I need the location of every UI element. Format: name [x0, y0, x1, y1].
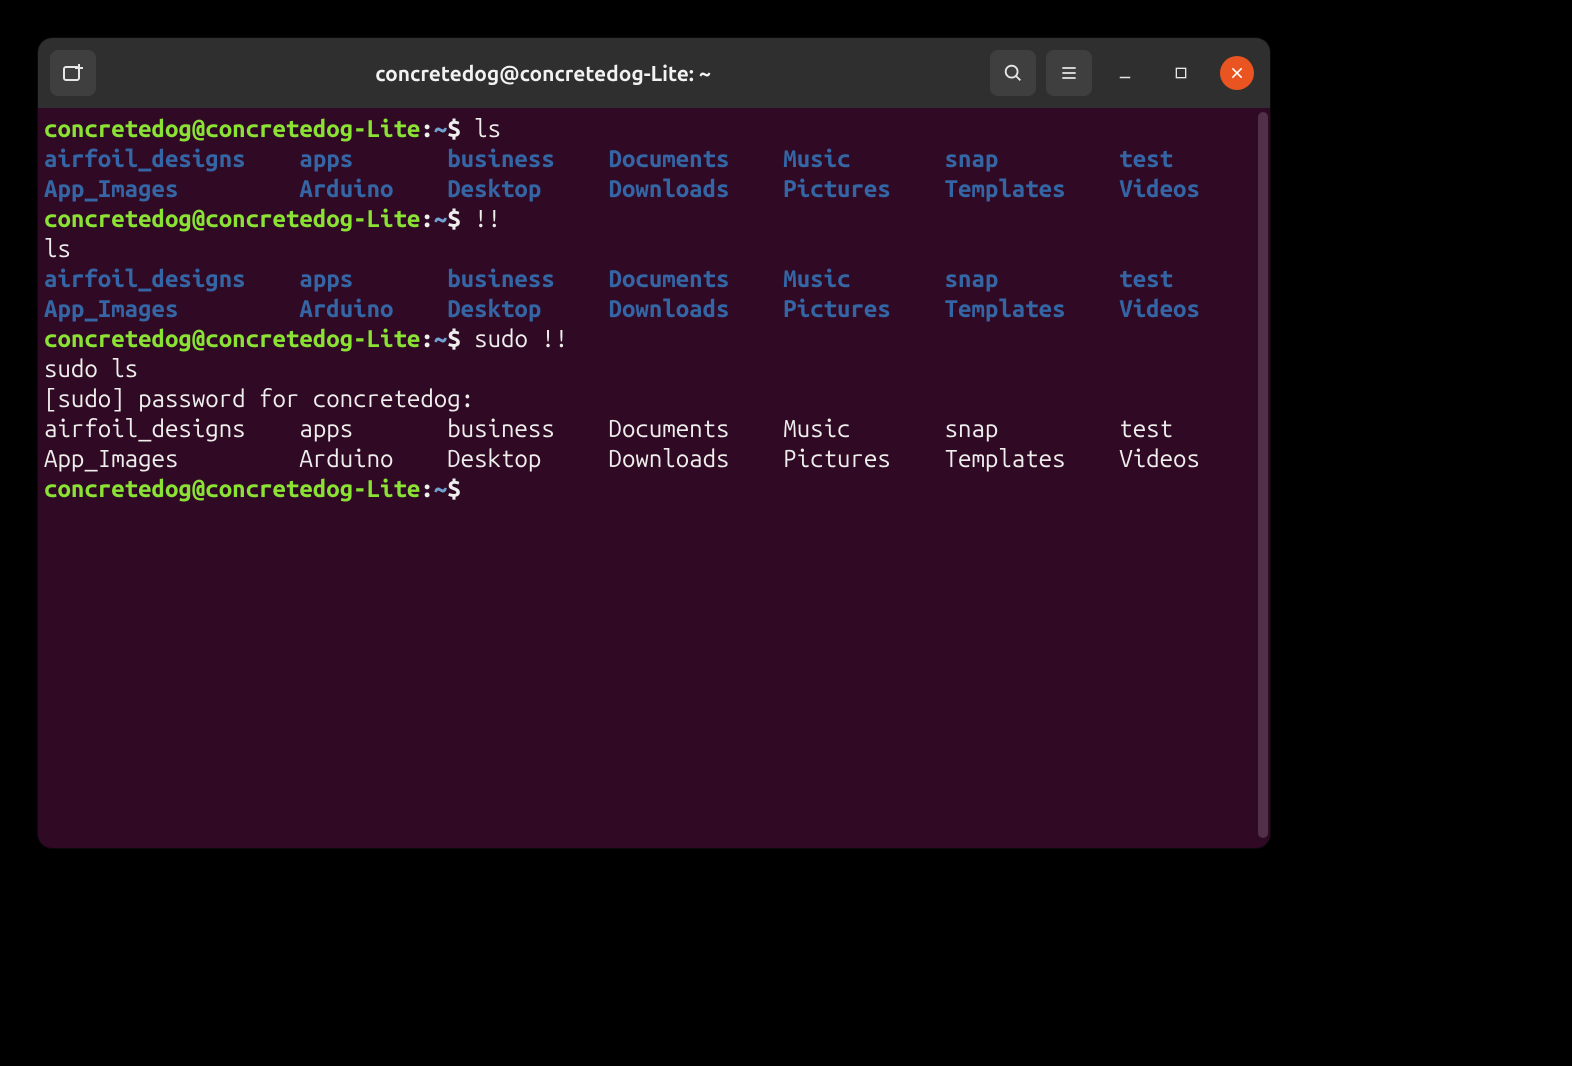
terminal-window: concretedog@concretedog-Lite: ~	[38, 38, 1270, 848]
minimize-icon	[1116, 64, 1134, 82]
titlebar: concretedog@concretedog-Lite: ~	[38, 38, 1270, 108]
prompt-line: concretedog@concretedog-Lite:~$ sudo !!	[44, 324, 1264, 354]
search-button[interactable]	[990, 50, 1036, 96]
terminal-area[interactable]: concretedog@concretedog-Lite:~$ lsairfoi…	[38, 108, 1270, 848]
minimize-button[interactable]	[1102, 50, 1148, 96]
prompt-line: concretedog@concretedog-Lite:~$ ls	[44, 114, 1264, 144]
listing-row: airfoil_designs apps business Documents …	[44, 414, 1264, 444]
output-line: sudo ls	[44, 354, 1264, 384]
close-button[interactable]	[1220, 56, 1254, 90]
window-title: concretedog@concretedog-Lite: ~	[106, 61, 980, 85]
listing-row: airfoil_designs apps business Documents …	[44, 144, 1264, 174]
search-icon	[1002, 62, 1024, 84]
prompt-line: concretedog@concretedog-Lite:~$	[44, 474, 1264, 504]
close-icon	[1229, 65, 1245, 81]
listing-row: App_Images Arduino Desktop Downloads Pic…	[44, 174, 1264, 204]
new-tab-button[interactable]	[50, 50, 96, 96]
menu-button[interactable]	[1046, 50, 1092, 96]
output-line: ls	[44, 234, 1264, 264]
listing-row: App_Images Arduino Desktop Downloads Pic…	[44, 444, 1264, 474]
new-tab-icon	[61, 61, 85, 85]
output-line: [sudo] password for concretedog:	[44, 384, 1264, 414]
scrollbar[interactable]	[1258, 112, 1268, 838]
hamburger-icon	[1059, 63, 1079, 83]
prompt-line: concretedog@concretedog-Lite:~$ !!	[44, 204, 1264, 234]
maximize-icon	[1173, 65, 1189, 81]
listing-row: airfoil_designs apps business Documents …	[44, 264, 1264, 294]
listing-row: App_Images Arduino Desktop Downloads Pic…	[44, 294, 1264, 324]
maximize-button[interactable]	[1158, 50, 1204, 96]
